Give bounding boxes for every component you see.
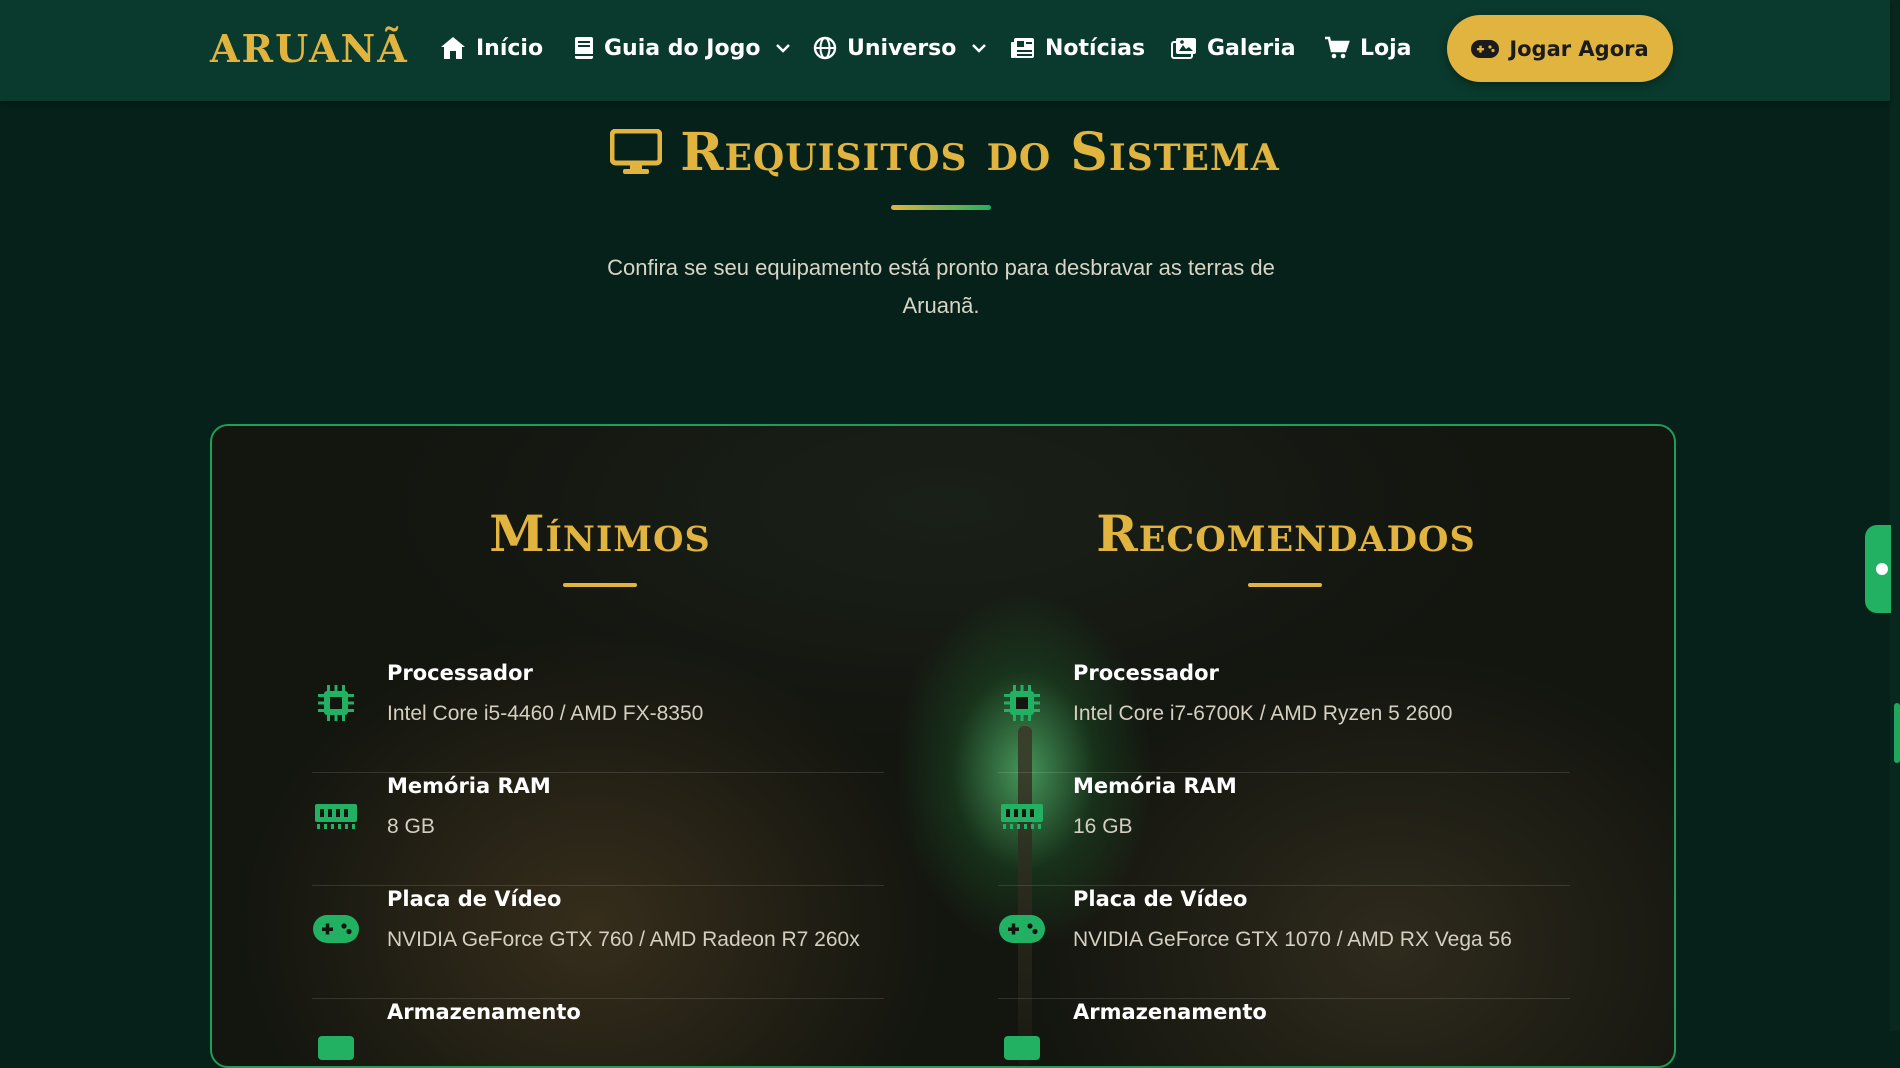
spec-label: Armazenamento bbox=[387, 1000, 581, 1024]
play-now-label: Jogar Agora bbox=[1509, 36, 1649, 61]
minimum-spec-storage: Armazenamento bbox=[312, 998, 884, 1066]
recommended-spec-gpu: Placa de Vídeo NVIDIA GeForce GTX 1070 /… bbox=[998, 885, 1570, 999]
minimum-spec-gpu: Placa de Vídeo NVIDIA GeForce GTX 760 / … bbox=[312, 885, 884, 999]
spec-value: Intel Core i5-4460 / AMD FX-8350 bbox=[387, 702, 704, 725]
minimum-spec-processor: Processador Intel Core i5-4460 / AMD FX-… bbox=[312, 659, 884, 773]
memory-icon bbox=[312, 792, 360, 840]
page-scrollbar[interactable] bbox=[1890, 0, 1900, 1031]
spec-label: Memória RAM bbox=[387, 774, 551, 798]
nav-item-guia-do-jogo[interactable]: Guia do Jogo bbox=[574, 30, 791, 66]
nav-item-noticias[interactable]: Notícias bbox=[1011, 30, 1145, 66]
desktop-icon bbox=[610, 129, 663, 174]
minimum-spec-ram: Memória RAM 8 GB bbox=[312, 772, 884, 886]
requirements-card: Mínimos Processador Intel Core i5-4460 /… bbox=[210, 424, 1676, 1068]
accessibility-icon bbox=[1876, 563, 1888, 575]
page-title: Requisitos do Sistema bbox=[680, 121, 1280, 183]
spec-label: Memória RAM bbox=[1073, 774, 1237, 798]
side-accessibility-tab[interactable] bbox=[1865, 525, 1891, 613]
recommended-spec-ram: Memória RAM 16 GB bbox=[998, 772, 1570, 886]
cart-icon bbox=[1325, 36, 1350, 59]
nav-item-label: Notícias bbox=[1045, 35, 1146, 61]
spec-value: Intel Core i7-6700K / AMD Ryzen 5 2600 bbox=[1073, 702, 1453, 725]
spec-label: Armazenamento bbox=[1073, 1000, 1267, 1024]
memory-icon bbox=[998, 792, 1046, 840]
minimum-title: Mínimos bbox=[489, 504, 711, 563]
images-icon bbox=[1171, 38, 1196, 59]
spec-label: Placa de Vídeo bbox=[1073, 887, 1248, 911]
title-underline bbox=[891, 205, 991, 210]
recommended-spec-processor: Processador Intel Core i7-6700K / AMD Ry… bbox=[998, 659, 1570, 773]
section-header: Requisitos do Sistema bbox=[0, 112, 1890, 192]
globe-icon bbox=[813, 36, 837, 60]
section-subtitle: Confira se seu equipamento está pronto p… bbox=[607, 255, 1275, 318]
microchip-icon bbox=[312, 679, 360, 727]
scrollbar-thumb[interactable] bbox=[1894, 703, 1900, 763]
storage-icon bbox=[312, 1018, 360, 1066]
spec-value: 8 GB bbox=[387, 815, 435, 838]
gamepad-icon bbox=[312, 905, 360, 953]
minimum-underline bbox=[563, 583, 637, 587]
home-icon bbox=[441, 37, 465, 59]
gamepad-icon bbox=[1471, 39, 1500, 58]
nav-item-universo[interactable]: Universo bbox=[813, 30, 987, 66]
nav-item-label: Universo bbox=[847, 35, 957, 61]
spec-value: NVIDIA GeForce GTX 760 / AMD Radeon R7 2… bbox=[387, 928, 860, 951]
nav-item-label: Loja bbox=[1360, 35, 1412, 61]
nav-item-galeria[interactable]: Galeria bbox=[1171, 30, 1296, 66]
nav-item-label: Galeria bbox=[1207, 35, 1296, 61]
nav-item-label: Início bbox=[476, 35, 544, 61]
play-now-button[interactable]: Jogar Agora bbox=[1447, 15, 1673, 82]
chevron-down-icon bbox=[776, 44, 791, 53]
spec-label: Processador bbox=[387, 661, 533, 685]
navbar: ARUANÃ Início Guia do Jogo Universo Notí… bbox=[0, 0, 1890, 101]
nav-item-loja[interactable]: Loja bbox=[1324, 30, 1412, 66]
nav-item-inicio[interactable]: Início bbox=[440, 30, 543, 66]
newspaper-icon bbox=[1011, 38, 1034, 58]
spec-label: Processador bbox=[1073, 661, 1219, 685]
recommended-spec-storage: Armazenamento bbox=[998, 998, 1570, 1066]
spec-value: NVIDIA GeForce GTX 1070 / AMD RX Vega 56 bbox=[1073, 928, 1512, 951]
recommended-title: Recomendados bbox=[1096, 504, 1476, 563]
recommended-underline bbox=[1248, 583, 1322, 587]
book-icon bbox=[575, 37, 593, 59]
microchip-icon bbox=[998, 679, 1046, 727]
spec-value: 16 GB bbox=[1073, 815, 1133, 838]
site-logo[interactable]: ARUANÃ bbox=[210, 26, 409, 71]
storage-icon bbox=[998, 1018, 1046, 1066]
nav-item-label: Guia do Jogo bbox=[604, 35, 761, 61]
gamepad-icon bbox=[998, 905, 1046, 953]
chevron-down-icon bbox=[972, 44, 987, 53]
spec-label: Placa de Vídeo bbox=[387, 887, 562, 911]
